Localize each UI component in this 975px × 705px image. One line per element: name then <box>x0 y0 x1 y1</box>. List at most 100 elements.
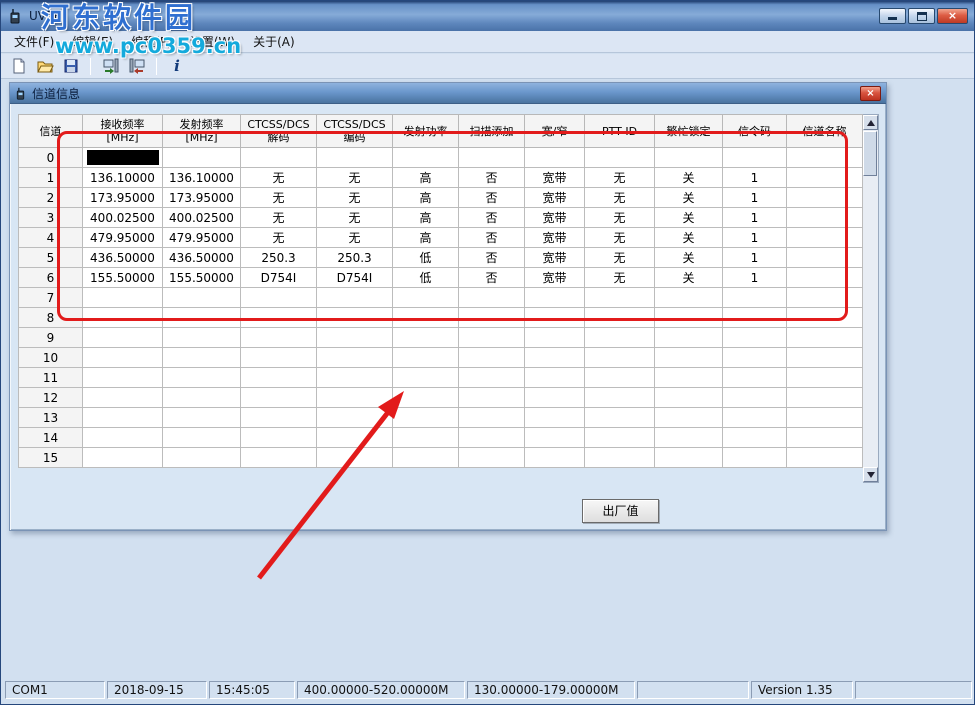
table-cell[interactable] <box>787 148 863 168</box>
table-cell[interactable] <box>83 388 163 408</box>
table-cell[interactable] <box>585 368 655 388</box>
minimize-button[interactable] <box>879 8 906 24</box>
write-to-radio-icon[interactable] <box>125 56 148 77</box>
table-cell[interactable] <box>655 348 723 368</box>
table-cell[interactable] <box>787 288 863 308</box>
table-cell[interactable] <box>163 368 241 388</box>
table-cell[interactable]: 高 <box>393 168 459 188</box>
table-cell[interactable]: 宽带 <box>525 268 585 288</box>
table-cell[interactable]: 宽带 <box>525 168 585 188</box>
table-cell[interactable] <box>585 308 655 328</box>
row-header-cell[interactable]: 13 <box>19 408 83 428</box>
info-icon[interactable]: i <box>165 56 188 77</box>
row-header-cell[interactable]: 9 <box>19 328 83 348</box>
table-cell[interactable] <box>393 148 459 168</box>
table-cell[interactable]: 250.3 <box>317 248 393 268</box>
table-cell[interactable] <box>163 288 241 308</box>
table-cell[interactable] <box>525 408 585 428</box>
table-cell[interactable] <box>525 448 585 468</box>
table-cell[interactable] <box>241 148 317 168</box>
table-cell[interactable]: 无 <box>317 168 393 188</box>
table-cell[interactable] <box>787 188 863 208</box>
row-header-cell[interactable]: 2 <box>19 188 83 208</box>
vertical-scrollbar[interactable] <box>863 114 879 483</box>
table-cell[interactable]: 否 <box>459 188 525 208</box>
table-cell[interactable] <box>83 148 163 168</box>
table-cell[interactable] <box>459 368 525 388</box>
row-header-cell[interactable]: 10 <box>19 348 83 368</box>
table-cell[interactable] <box>585 148 655 168</box>
table-cell[interactable] <box>655 328 723 348</box>
table-cell[interactable] <box>655 408 723 428</box>
table-cell[interactable] <box>459 428 525 448</box>
table-cell[interactable]: 250.3 <box>241 248 317 268</box>
app-icon[interactable] <box>7 8 23 24</box>
table-cell[interactable] <box>585 448 655 468</box>
table-cell[interactable]: 宽带 <box>525 188 585 208</box>
table-cell[interactable] <box>525 308 585 328</box>
row-header-cell[interactable]: 1 <box>19 168 83 188</box>
table-cell[interactable] <box>655 388 723 408</box>
table-cell[interactable]: 1 <box>723 228 787 248</box>
table-cell[interactable] <box>787 268 863 288</box>
table-cell[interactable]: 400.02500 <box>163 208 241 228</box>
table-cell[interactable]: 无 <box>241 208 317 228</box>
table-cell[interactable] <box>393 388 459 408</box>
table-cell[interactable] <box>241 388 317 408</box>
factory-default-button[interactable]: 出厂值 <box>582 499 659 523</box>
table-cell[interactable]: 否 <box>459 228 525 248</box>
table-cell[interactable] <box>317 308 393 328</box>
table-cell[interactable]: 无 <box>241 188 317 208</box>
table-cell[interactable] <box>723 448 787 468</box>
scroll-down-button[interactable] <box>863 467 878 482</box>
table-cell[interactable] <box>241 308 317 328</box>
table-cell[interactable]: 无 <box>585 228 655 248</box>
table-cell[interactable] <box>163 408 241 428</box>
row-header-cell[interactable]: 15 <box>19 448 83 468</box>
table-cell[interactable] <box>83 408 163 428</box>
table-cell[interactable]: 宽带 <box>525 248 585 268</box>
table-cell[interactable] <box>585 328 655 348</box>
table-cell[interactable]: 低 <box>393 248 459 268</box>
table-cell[interactable] <box>787 228 863 248</box>
table-cell[interactable] <box>163 388 241 408</box>
table-cell[interactable] <box>163 448 241 468</box>
table-cell[interactable] <box>655 428 723 448</box>
table-cell[interactable] <box>317 148 393 168</box>
table-cell[interactable]: 无 <box>317 188 393 208</box>
table-cell[interactable] <box>393 288 459 308</box>
table-cell[interactable] <box>723 348 787 368</box>
channel-window-close-button[interactable]: × <box>860 86 881 101</box>
table-cell[interactable] <box>459 288 525 308</box>
table-cell[interactable] <box>241 348 317 368</box>
table-cell[interactable]: 136.10000 <box>163 168 241 188</box>
table-cell[interactable] <box>163 348 241 368</box>
table-cell[interactable] <box>83 448 163 468</box>
table-cell[interactable] <box>317 388 393 408</box>
table-cell[interactable]: 400.02500 <box>83 208 163 228</box>
table-cell[interactable]: 479.95000 <box>163 228 241 248</box>
table-cell[interactable]: 155.50000 <box>163 268 241 288</box>
table-cell[interactable]: 无 <box>241 168 317 188</box>
table-cell[interactable] <box>585 348 655 368</box>
table-cell[interactable] <box>393 428 459 448</box>
table-cell[interactable] <box>83 348 163 368</box>
channel-window-icon[interactable] <box>14 87 27 100</box>
table-cell[interactable]: 低 <box>393 268 459 288</box>
table-cell[interactable] <box>723 328 787 348</box>
table-cell[interactable] <box>163 148 241 168</box>
table-cell[interactable] <box>241 408 317 428</box>
table-cell[interactable] <box>393 328 459 348</box>
table-cell[interactable] <box>525 348 585 368</box>
table-cell[interactable]: 1 <box>723 168 787 188</box>
close-button[interactable]: × <box>937 8 968 24</box>
table-cell[interactable]: 否 <box>459 248 525 268</box>
table-cell[interactable]: 否 <box>459 208 525 228</box>
table-cell[interactable] <box>163 308 241 328</box>
table-cell[interactable]: 无 <box>585 248 655 268</box>
table-cell[interactable] <box>723 388 787 408</box>
table-cell[interactable] <box>585 408 655 428</box>
table-cell[interactable] <box>655 288 723 308</box>
table-cell[interactable] <box>525 148 585 168</box>
table-cell[interactable]: 无 <box>585 208 655 228</box>
